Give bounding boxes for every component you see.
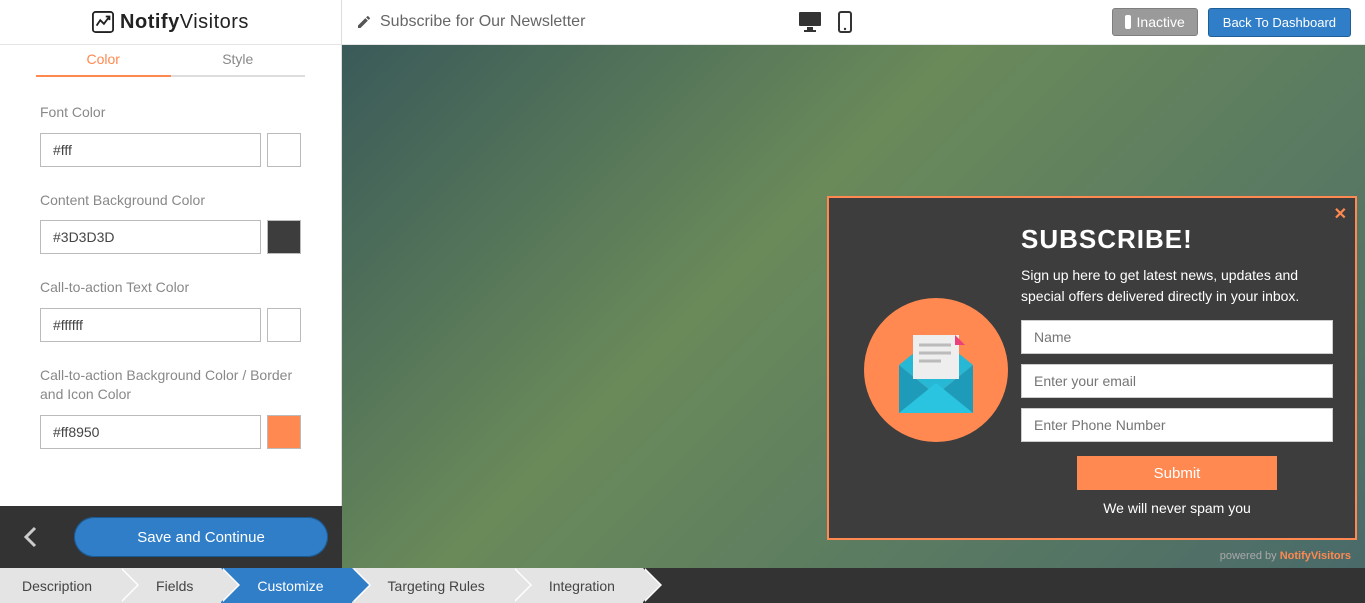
name-field[interactable] xyxy=(1021,320,1333,354)
cta-bg-input[interactable] xyxy=(40,415,261,449)
font-color-input[interactable] xyxy=(40,133,261,167)
close-icon[interactable]: ✕ xyxy=(1334,204,1347,224)
page-title: Subscribe for Our Newsletter xyxy=(356,13,585,31)
submit-button[interactable]: Submit xyxy=(1077,456,1277,490)
tab-color[interactable]: Color xyxy=(36,51,171,77)
sidebar-tabs: Color Style xyxy=(0,45,341,77)
wizard-steps: Description Fields Customize Targeting R… xyxy=(0,568,1365,603)
popup-illustration xyxy=(851,224,1021,516)
field-cta-bg: Call-to-action Background Color / Border… xyxy=(40,366,301,449)
content-bg-swatch[interactable] xyxy=(267,220,301,254)
popup-footer-text: We will never spam you xyxy=(1021,500,1333,516)
content-bg-input[interactable] xyxy=(40,220,261,254)
phone-field[interactable] xyxy=(1021,408,1333,442)
step-description[interactable]: Description xyxy=(0,568,120,603)
sidebar: NotifyVisitors Color Style Font Color Co… xyxy=(0,0,342,568)
step-integration[interactable]: Integration xyxy=(513,568,643,603)
field-label: Call-to-action Text Color xyxy=(40,278,301,298)
back-to-dashboard-button[interactable]: Back To Dashboard xyxy=(1208,8,1351,37)
status-toggle[interactable]: Inactive xyxy=(1112,8,1198,36)
brand-text: NotifyVisitors xyxy=(120,11,249,34)
brand-logo: NotifyVisitors xyxy=(0,0,341,45)
field-label: Content Background Color xyxy=(40,191,301,211)
email-field[interactable] xyxy=(1021,364,1333,398)
save-continue-button[interactable]: Save and Continue xyxy=(74,517,328,557)
field-content-bg: Content Background Color xyxy=(40,191,301,255)
desktop-icon[interactable] xyxy=(798,11,822,33)
field-label: Font Color xyxy=(40,103,301,123)
popup-form: SUBSCRIBE! Sign up here to get latest ne… xyxy=(1021,224,1333,516)
popup-description: Sign up here to get latest news, updates… xyxy=(1021,265,1333,306)
field-label: Call-to-action Background Color / Border… xyxy=(40,366,301,405)
popup-widget: ✕ SUBSCRIBE! Sign up here to get latest … xyxy=(827,196,1357,540)
poweredby: powered by NotifyVisitors xyxy=(1220,550,1351,562)
brand-logo-icon xyxy=(92,11,114,33)
step-customize[interactable]: Customize xyxy=(221,568,351,603)
preview-canvas: ✕ SUBSCRIBE! Sign up here to get latest … xyxy=(342,45,1365,568)
font-color-swatch[interactable] xyxy=(267,133,301,167)
topbar: Subscribe for Our Newsletter Inactive Ba… xyxy=(342,0,1365,45)
cta-bg-swatch[interactable] xyxy=(267,415,301,449)
cta-text-swatch[interactable] xyxy=(267,308,301,342)
back-icon[interactable] xyxy=(0,506,60,568)
save-bar: Save and Continue xyxy=(0,506,342,568)
mobile-icon[interactable] xyxy=(838,11,852,33)
popup-title: SUBSCRIBE! xyxy=(1021,224,1333,255)
edit-icon xyxy=(356,14,372,30)
color-panel: Font Color Content Background Color Call… xyxy=(0,77,341,506)
device-switcher xyxy=(798,11,852,33)
toggle-knob-icon xyxy=(1125,15,1131,29)
cta-text-input[interactable] xyxy=(40,308,261,342)
field-cta-text: Call-to-action Text Color xyxy=(40,278,301,342)
step-targeting-rules[interactable]: Targeting Rules xyxy=(352,568,513,603)
tab-style[interactable]: Style xyxy=(171,51,306,77)
field-font-color: Font Color xyxy=(40,103,301,167)
